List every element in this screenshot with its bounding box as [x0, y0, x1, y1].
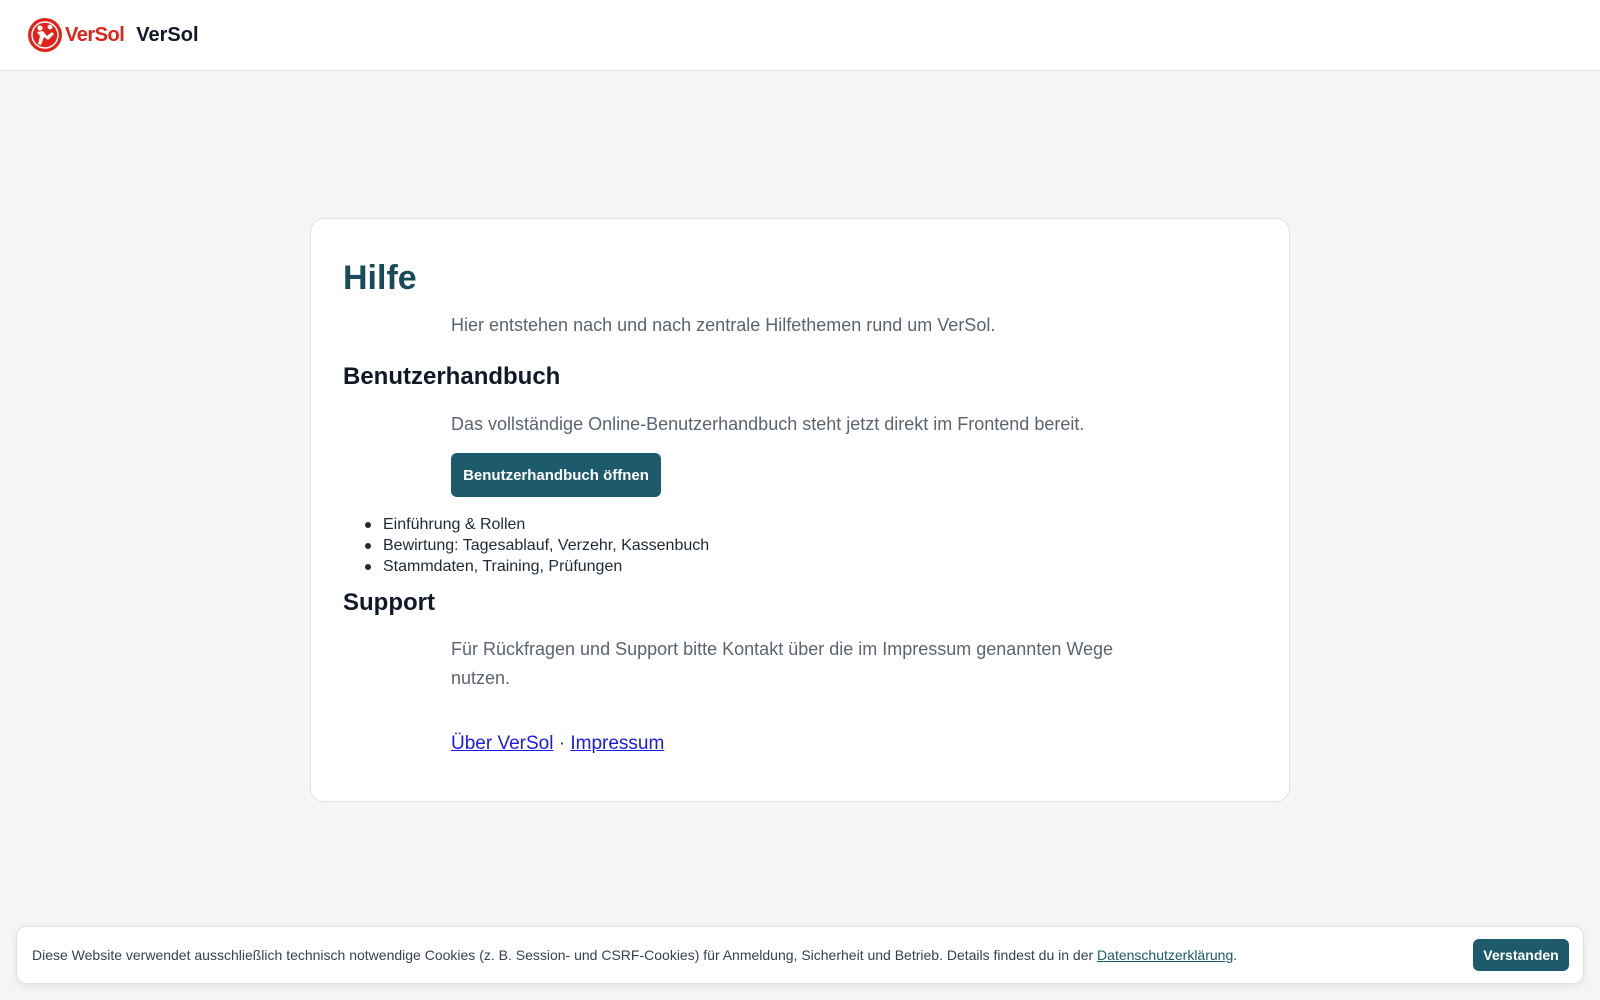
logo-wordmark-ver: Ver — [65, 24, 95, 46]
support-heading: Support — [343, 589, 435, 616]
intro-text: Hier entstehen nach und nach zentrale Hi… — [451, 315, 996, 335]
privacy-policy-link[interactable]: Datenschutzerklärung — [1097, 947, 1233, 963]
logo-wordmark-sol: Sol — [94, 24, 125, 46]
open-handbook-button[interactable]: Benutzerhandbuch öffnen — [451, 453, 661, 497]
about-link[interactable]: Über VerSol — [451, 733, 553, 754]
brand-home-link[interactable]: VerSol VerSol — [27, 17, 199, 53]
cookie-suffix: . — [1233, 947, 1238, 963]
brand-name: VerSol — [136, 23, 199, 46]
page-title: Hilfe — [343, 259, 417, 297]
accept-cookies-button[interactable]: Verstanden — [1473, 939, 1569, 971]
help-card: Hilfe Hier entstehen nach und nach zentr… — [310, 218, 1290, 802]
handbook-topics-list: Einführung & Rollen Bewirtung: Tagesabla… — [351, 514, 709, 577]
logo-wordmark: VerSol — [65, 24, 125, 46]
list-item: Bewirtung: Tagesablauf, Verzehr, Kassenb… — [351, 535, 709, 556]
list-item: Einführung & Rollen — [351, 514, 709, 535]
cookie-banner: Diese Website verwendet ausschließlich t… — [16, 926, 1584, 984]
footer-links: Über VerSol · Impressum — [451, 733, 664, 755]
list-item: Stammdaten, Training, Prüfungen — [351, 556, 709, 577]
link-separator: · — [558, 733, 566, 754]
support-text: Für Rückfragen und Support bitte Kontakt… — [451, 639, 1114, 688]
cookie-notice: Diese Website verwendet ausschließlich t… — [32, 947, 1237, 963]
handbook-text: Das vollständige Online-Benutzerhandbuch… — [451, 414, 1085, 434]
versol-logo-icon — [28, 18, 62, 52]
cookie-text: Diese Website verwendet ausschließlich t… — [32, 947, 1094, 963]
imprint-link[interactable]: Impressum — [570, 733, 664, 754]
top-bar: VerSol VerSol — [0, 0, 1600, 71]
handbook-heading: Benutzerhandbuch — [343, 363, 561, 390]
